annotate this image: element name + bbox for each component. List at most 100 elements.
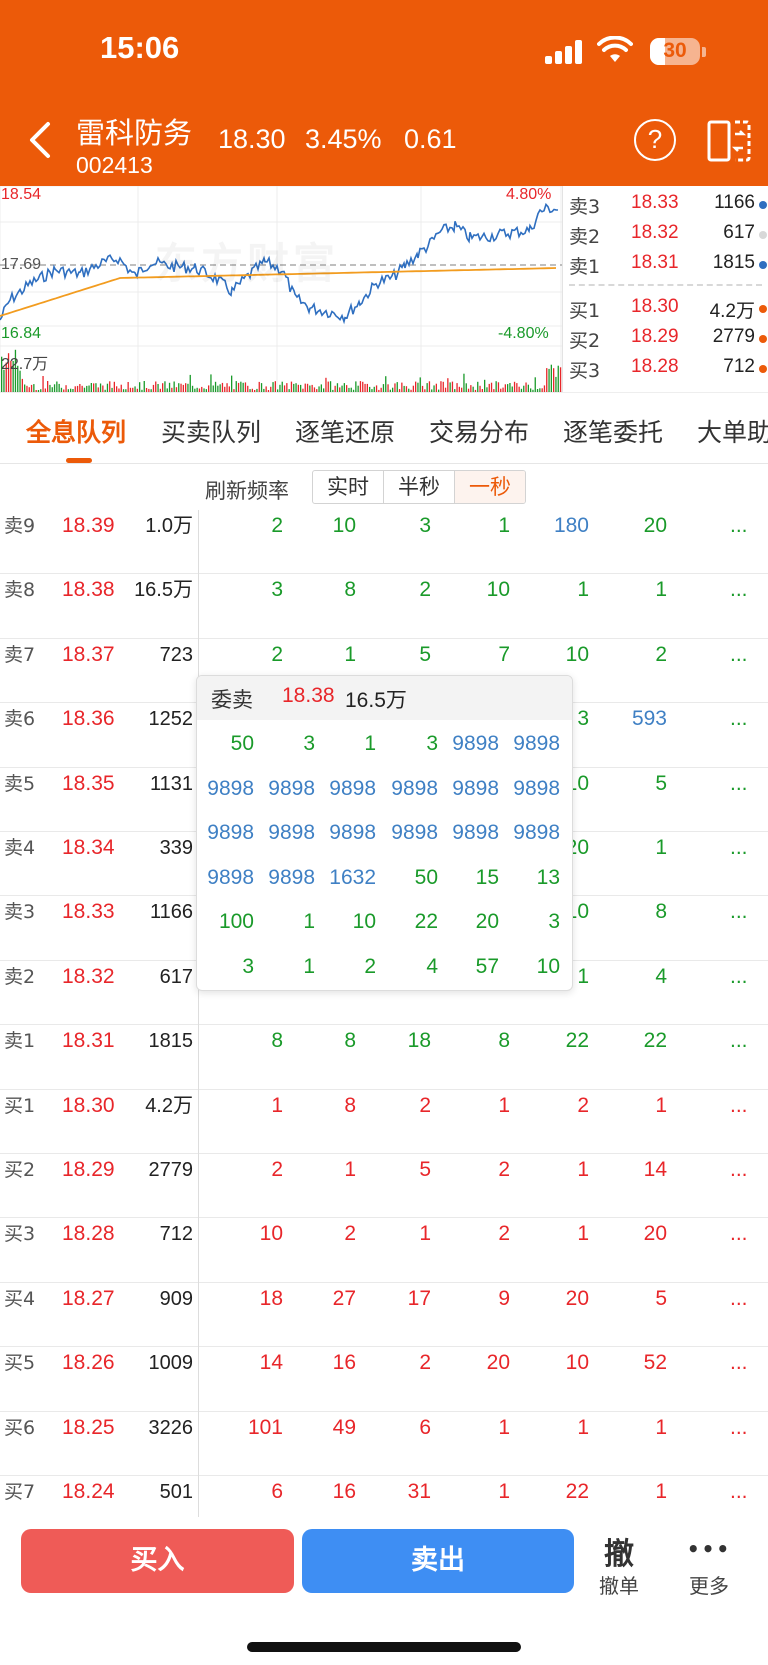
queue-more-button[interactable]: ...	[730, 1154, 748, 1186]
queue-more-button[interactable]: ...	[730, 1025, 748, 1057]
queue-row[interactable]: 买2 18.29 2779 2 1 5 2 1 14...	[0, 1154, 768, 1219]
switch-layout-icon[interactable]	[707, 120, 751, 162]
queue-order-size: 2	[271, 514, 283, 537]
queue-volume: 1009	[148, 1352, 194, 1375]
queue-volume: 1815	[148, 1030, 194, 1053]
quote-dot-icon	[759, 261, 767, 269]
queue-price: 18.38	[62, 578, 115, 602]
refresh-option-realtime[interactable]: 实时	[313, 471, 383, 503]
queue-more-button[interactable]: ...	[730, 832, 748, 864]
chart-volume-bar	[442, 381, 444, 392]
chart-volume-bar	[477, 381, 479, 392]
tab-bar: 全息队列 买卖队列 逐笔还原 交易分布 逐笔委托 大单助手	[0, 392, 768, 464]
queue-order-size: 10	[259, 1222, 283, 1246]
tab-tick-orders[interactable]: 逐笔委托	[563, 413, 663, 449]
chart-volume-label: 22.7万	[1, 356, 49, 373]
quote-volume: 712	[723, 356, 755, 377]
queue-more-button[interactable]: ...	[730, 639, 748, 671]
chart-volume-bar	[417, 382, 419, 392]
queue-volume: 909	[159, 1287, 193, 1310]
queue-more-button[interactable]: ...	[730, 1476, 748, 1508]
help-button[interactable]: ?	[634, 119, 676, 161]
queue-row[interactable]: 买5 18.26 1009 14 16 2 20 10 52...	[0, 1347, 768, 1412]
chart-volume-bar	[366, 383, 368, 392]
queue-more-button[interactable]: ...	[730, 1347, 748, 1379]
queue-row[interactable]: 买6 18.25 3226 101 49 6 1 1 1...	[0, 1412, 768, 1476]
intraday-chart[interactable]: 东方财富 18.54 17.69 16.84 4.80% -4.80% 22.7…	[0, 186, 562, 392]
chart-volume-bar	[65, 385, 67, 392]
queue-order-size: 7	[498, 642, 510, 666]
chart-volume-bar	[157, 384, 159, 392]
queue-order-size: 17	[407, 1286, 431, 1310]
cancel-order-icon[interactable]: 撤	[589, 1529, 649, 1573]
queue-more-button[interactable]: ...	[730, 768, 748, 800]
popup-order-size: 1632	[329, 865, 376, 889]
queue-level: 卖5	[4, 772, 36, 795]
queue-row[interactable]: 买3 18.28 712 10 2 1 2 1 20...	[0, 1218, 768, 1283]
queue-row[interactable]: 买1 18.30 4.2万 1 8 2 1 2 1...	[0, 1090, 768, 1154]
tab-big-order-helper[interactable]: 大单助手	[697, 413, 768, 449]
back-arrow-icon[interactable]	[22, 118, 58, 162]
quote-level: 卖2	[569, 226, 601, 248]
chart-volume-bar	[180, 383, 182, 392]
queue-order-size: 16	[332, 1480, 356, 1503]
more-icon[interactable]: •••	[679, 1537, 739, 1561]
queue-row[interactable]: 卖8 18.38 16.5万 3 8 2 10 1 1...	[0, 574, 768, 639]
queue-price: 18.39	[62, 514, 115, 537]
chart-volume-bar	[185, 383, 187, 392]
chart-volume-bar	[543, 385, 546, 392]
refresh-option-one-second[interactable]: 一秒	[454, 471, 525, 503]
order-detail-popup[interactable]: 委卖 18.38 16.5万 50 3 1 3 9898 9898 9898 9898 9898…	[196, 675, 573, 991]
queue-level: 卖4	[4, 837, 36, 859]
chart-volume-bar	[449, 382, 451, 392]
chart-volume-bar	[281, 381, 283, 392]
queue-more-button[interactable]: ...	[730, 1412, 748, 1444]
queue-volume: 723	[159, 643, 193, 666]
popup-order-size: 100	[218, 910, 254, 934]
popup-order-size: 9898	[268, 865, 315, 889]
battery-level: 30	[663, 39, 687, 62]
chart-volume-bar	[56, 381, 58, 392]
queue-more-button[interactable]: ...	[730, 961, 748, 993]
queue-order-size: 4	[655, 964, 667, 988]
chart-volume-bar	[504, 384, 506, 392]
queue-more-button[interactable]: ...	[730, 703, 748, 735]
chart-volume-bar	[164, 381, 166, 392]
popup-order-size: 3	[426, 732, 438, 755]
queue-row[interactable]: 卖1 18.31 1815 8 8 18 8 22 22...	[0, 1025, 768, 1090]
queue-more-button[interactable]: ...	[730, 574, 748, 606]
queue-price: 18.36	[62, 707, 115, 731]
queue-more-button[interactable]: ...	[730, 510, 748, 542]
queue-level: 卖7	[4, 643, 36, 666]
popup-order-size: 4	[426, 955, 438, 978]
queue-more-button[interactable]: ...	[730, 1218, 748, 1250]
popup-order-size: 15	[475, 865, 499, 889]
queue-order-size: 1	[498, 1093, 510, 1117]
buy-button[interactable]: 买入	[21, 1529, 294, 1593]
tab-full-queue[interactable]: 全息队列	[26, 413, 126, 449]
cancel-order-label[interactable]: 撤单	[589, 1570, 649, 1599]
queue-volume: 1131	[149, 772, 193, 795]
chart-volume-bar	[53, 384, 56, 392]
more-label[interactable]: 更多	[679, 1570, 739, 1599]
queue-order-size: 6	[419, 1415, 431, 1439]
queue-more-button[interactable]: ...	[730, 1283, 748, 1315]
chart-volume-bar	[155, 381, 157, 392]
tab-tick-restore[interactable]: 逐笔还原	[295, 413, 395, 449]
popup-order-size: 3	[242, 955, 254, 978]
sell-button[interactable]: 卖出	[302, 1529, 574, 1593]
popup-order-size: 9898	[452, 821, 499, 845]
queue-row[interactable]: 卖9 18.39 1.0万 2 10 3 1 180 20...	[0, 510, 768, 575]
tab-bid-ask-queue[interactable]: 买卖队列	[161, 413, 261, 449]
queue-order-size: 2	[498, 1222, 510, 1246]
queue-order-size: 2	[419, 578, 431, 602]
queue-more-button[interactable]: ...	[730, 896, 748, 928]
queue-more-button[interactable]: ...	[730, 1090, 748, 1122]
queue-order-size: 101	[247, 1415, 283, 1439]
queue-row[interactable]: 买4 18.27 909 18 27 17 9 20 5...	[0, 1283, 768, 1348]
refresh-option-half-second[interactable]: 半秒	[383, 471, 454, 503]
tab-trade-distribution[interactable]: 交易分布	[429, 413, 529, 449]
quote-price: 18.28	[631, 356, 679, 377]
queue-order-size: 22	[565, 1029, 589, 1053]
queue-row[interactable]: 买7 18.24 501 6 16 31 1 22 1...	[0, 1476, 768, 1517]
